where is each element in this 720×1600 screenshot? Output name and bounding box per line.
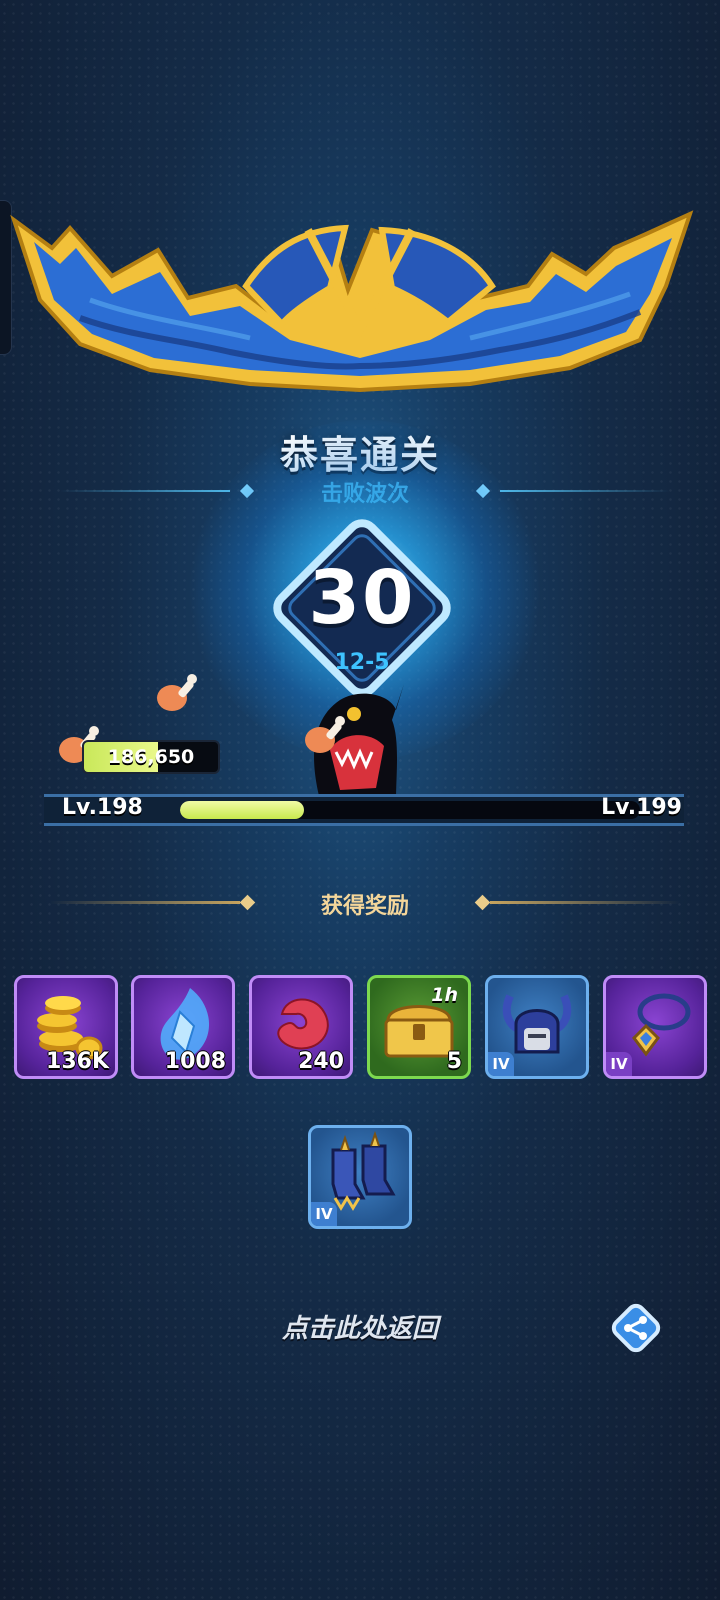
meat-drumstick-icon (157, 674, 197, 711)
reward-item[interactable]: 1008 (131, 975, 235, 1079)
level-track (180, 801, 640, 819)
chest-timer: 1h (431, 984, 458, 1006)
next-level: Lv.199 (601, 795, 682, 820)
item-tier: IV (488, 1052, 514, 1076)
item-quantity: 136K (46, 1049, 109, 1074)
item-quantity: 240 (298, 1049, 344, 1074)
reward-item[interactable]: 136K (14, 975, 118, 1079)
level-track-fill (180, 801, 305, 819)
level-progress-bar: Lv.198 Lv.199 (44, 794, 684, 826)
meat-drumstick-icon (305, 716, 345, 753)
share-icon[interactable] (606, 1298, 666, 1358)
reward-item[interactable]: IV (485, 975, 589, 1079)
item-quantity: 1008 (164, 1049, 226, 1074)
rewards-header: 获得奖励 (50, 888, 680, 919)
item-quantity: 5 (446, 1049, 462, 1074)
reward-item[interactable]: 240 (249, 975, 353, 1079)
item-tier: IV (606, 1052, 632, 1076)
rewards-title: 获得奖励 (320, 894, 409, 919)
crown-banner-icon (10, 210, 694, 393)
reward-items-grid-row2: IV (14, 1125, 714, 1229)
level-bar-edge (44, 823, 684, 826)
divider-line (500, 490, 670, 492)
stage-number: 12-5 (334, 650, 390, 675)
current-level: Lv.198 (62, 795, 143, 820)
exp-counter-value: 186,650 (107, 746, 195, 768)
reward-item[interactable]: IV (308, 1125, 412, 1229)
divider-line (490, 901, 680, 904)
wave-count: 30 (308, 555, 416, 641)
item-tier: IV (311, 1202, 337, 1226)
reward-items-grid: 136K 1008 240 1h 5 IV IV (14, 975, 714, 1079)
reward-item[interactable]: IV (603, 975, 707, 1079)
exp-counter: 186,650 (82, 740, 220, 774)
reward-item[interactable]: 1h 5 (367, 975, 471, 1079)
